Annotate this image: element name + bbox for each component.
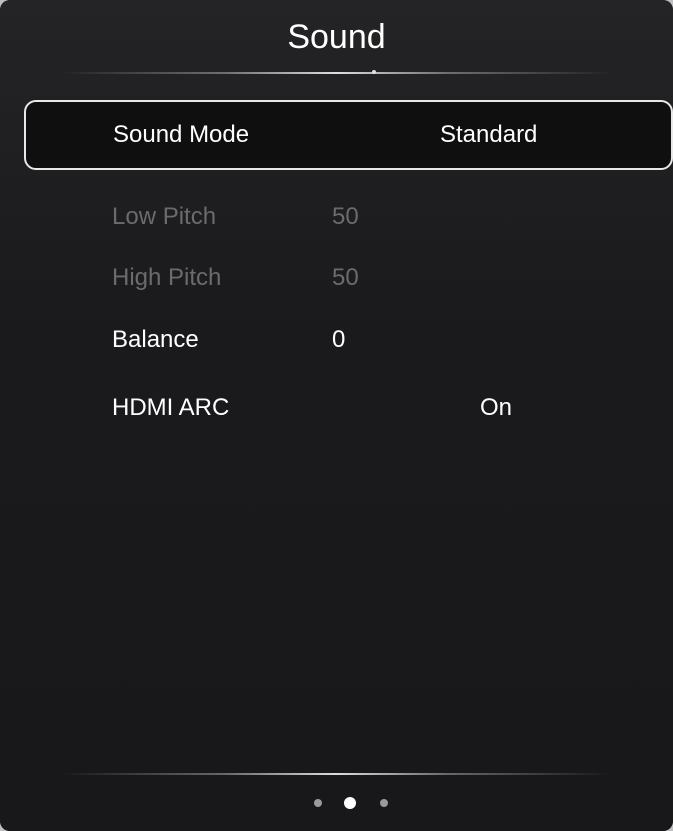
setting-row-sound-mode[interactable]: Sound Mode Standard (24, 100, 673, 170)
setting-value: 0 (332, 326, 346, 353)
setting-label: Sound Mode (113, 121, 250, 148)
setting-row-balance[interactable]: Balance 0 (24, 305, 673, 375)
page-title: Sound (287, 18, 386, 56)
footer-divider (60, 773, 613, 775)
title-divider-highlight (372, 70, 376, 74)
setting-value: 50 (332, 264, 359, 291)
setting-label: HDMI ARC (112, 394, 230, 421)
title-divider (60, 72, 613, 74)
setting-row-low-pitch: Low Pitch 50 (24, 182, 673, 252)
page-dot-3[interactable] (380, 799, 388, 807)
setting-label: Low Pitch (112, 203, 217, 230)
setting-value: 50 (332, 203, 359, 230)
page-dot-2-active[interactable] (344, 797, 356, 809)
setting-value: On (480, 394, 513, 421)
sound-settings-screen: Sound Sound Mode Standard Low Pitch 50 H… (0, 0, 673, 831)
page-dot-1[interactable] (314, 799, 322, 807)
setting-label: Balance (112, 326, 199, 353)
setting-row-hdmi-arc[interactable]: HDMI ARC On (24, 373, 673, 443)
setting-value: Standard (440, 121, 538, 148)
setting-row-high-pitch: High Pitch 50 (24, 243, 673, 313)
page-indicator (0, 794, 673, 814)
setting-label: High Pitch (112, 264, 222, 291)
